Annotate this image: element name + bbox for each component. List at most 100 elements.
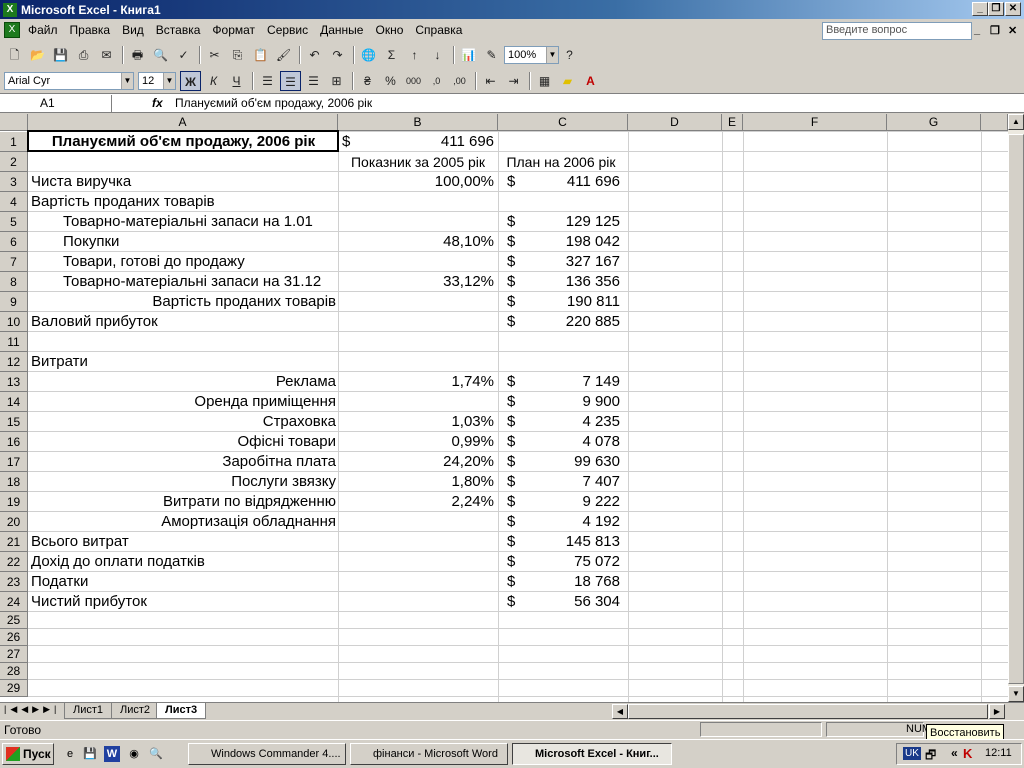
- cell-c10[interactable]: 220 885: [502, 312, 620, 332]
- menu-format[interactable]: Формат: [206, 23, 261, 37]
- row-header-18[interactable]: 18: [0, 472, 28, 492]
- cell-c24[interactable]: 56 304: [502, 592, 620, 612]
- cell-b3[interactable]: 100,00%: [342, 172, 494, 192]
- row-header-7[interactable]: 7: [0, 252, 28, 272]
- column-header-e[interactable]: E: [722, 114, 743, 131]
- paste-icon[interactable]: 📋: [250, 45, 271, 65]
- cell-a6[interactable]: Покупки: [31, 232, 336, 252]
- tray-window-icon[interactable]: 🗗: [925, 746, 936, 767]
- cell-c17[interactable]: 99 630: [502, 452, 620, 472]
- decrease-indent-icon[interactable]: ⇤: [480, 71, 501, 91]
- cut-icon[interactable]: ✂: [204, 45, 225, 65]
- cell-a18[interactable]: Послуги звязку: [31, 472, 336, 492]
- row-header-25[interactable]: 25: [0, 612, 28, 629]
- start-button[interactable]: Пуск: [2, 743, 54, 765]
- row-header-29[interactable]: 29: [0, 680, 28, 697]
- scroll-up-icon[interactable]: ▲: [1008, 114, 1024, 130]
- row-header-22[interactable]: 22: [0, 552, 28, 572]
- cell-c20[interactable]: 4 192: [502, 512, 620, 532]
- task-windows-commander[interactable]: Windows Commander 4....: [188, 743, 346, 765]
- font-color-icon[interactable]: A: [580, 71, 601, 91]
- align-left-icon[interactable]: ☰: [257, 71, 278, 91]
- print-preview-icon[interactable]: 🔍: [150, 45, 171, 65]
- row-header-17[interactable]: 17: [0, 452, 28, 472]
- insert-function-icon[interactable]: fx: [152, 96, 163, 110]
- row-header-8[interactable]: 8: [0, 272, 28, 292]
- comma-style-icon[interactable]: 000: [403, 71, 424, 91]
- print-icon[interactable]: 🖶: [127, 45, 148, 65]
- cell-a3[interactable]: Чиста виручка: [31, 172, 336, 192]
- cell-a14[interactable]: Оренда приміщення: [31, 392, 336, 412]
- menu-window[interactable]: Окно: [369, 23, 409, 37]
- row-header-10[interactable]: 10: [0, 312, 28, 332]
- cell-b19[interactable]: 2,24%: [342, 492, 494, 512]
- cell-c7[interactable]: 327 167: [502, 252, 620, 272]
- save-icon[interactable]: 💾: [50, 45, 71, 65]
- formula-input[interactable]: Плануємий об'єм продажу, 2006 рік: [175, 96, 372, 110]
- cell-c5[interactable]: 129 125: [502, 212, 620, 232]
- menu-file[interactable]: Файл: [22, 23, 64, 37]
- cell-a20[interactable]: Амортизація обладнання: [31, 512, 336, 532]
- borders-icon[interactable]: ▦: [534, 71, 555, 91]
- cell-c6[interactable]: 198 042: [502, 232, 620, 252]
- cell-c23[interactable]: 18 768: [502, 572, 620, 592]
- menu-help[interactable]: Справка: [409, 23, 468, 37]
- cell-c9[interactable]: 190 811: [502, 292, 620, 312]
- column-header-h[interactable]: [981, 114, 1008, 131]
- decrease-decimal-icon[interactable]: ,00: [449, 71, 470, 91]
- cell-b18[interactable]: 1,80%: [342, 472, 494, 492]
- cell-a1[interactable]: Плануємий об'єм продажу, 2006 рік: [31, 132, 336, 152]
- hyperlink-icon[interactable]: 🌐: [358, 45, 379, 65]
- cell-a24[interactable]: Чистий прибуток: [31, 592, 336, 612]
- column-header-d[interactable]: D: [628, 114, 722, 131]
- vertical-scrollbar[interactable]: ▲ ▼: [1008, 114, 1024, 704]
- cell-a15[interactable]: Страховка: [31, 412, 336, 432]
- row-header-12[interactable]: 12: [0, 352, 28, 372]
- column-header-a[interactable]: A: [28, 114, 338, 131]
- workbook-icon[interactable]: X: [4, 22, 20, 38]
- task-word[interactable]: фінанси - Microsoft Word: [350, 743, 508, 765]
- cell-c15[interactable]: 4 235: [502, 412, 620, 432]
- cell-c18[interactable]: 7 407: [502, 472, 620, 492]
- cell-a9[interactable]: Вартість проданих товарів: [31, 292, 336, 312]
- row-header-19[interactable]: 19: [0, 492, 28, 512]
- scroll-right-icon[interactable]: ▶: [989, 704, 1005, 719]
- word-icon[interactable]: W: [104, 746, 120, 762]
- currency-icon[interactable]: ₴: [357, 71, 378, 91]
- zoom-select[interactable]: 100% ▼: [504, 46, 559, 64]
- cell-b13[interactable]: 1,74%: [342, 372, 494, 392]
- menu-data[interactable]: Данные: [314, 23, 369, 37]
- cell-a12[interactable]: Витрати: [31, 352, 336, 372]
- tray-expand-icon[interactable]: «: [951, 746, 958, 760]
- row-header-26[interactable]: 26: [0, 629, 28, 646]
- cell-a5[interactable]: Товарно-матеріальні запаси на 1.01: [31, 212, 336, 232]
- copy-icon[interactable]: ⎘: [227, 45, 248, 65]
- cell-c13[interactable]: 7 149: [502, 372, 620, 392]
- cell-b17[interactable]: 24,20%: [342, 452, 494, 472]
- redo-icon[interactable]: ↷: [327, 45, 348, 65]
- undo-icon[interactable]: ↶: [304, 45, 325, 65]
- row-header-27[interactable]: 27: [0, 646, 28, 663]
- cell-a17[interactable]: Заробітна плата: [31, 452, 336, 472]
- cell-b6[interactable]: 48,10%: [342, 232, 494, 252]
- cell-a22[interactable]: Дохід до оплати податків: [31, 552, 336, 572]
- row-header-13[interactable]: 13: [0, 372, 28, 392]
- percent-icon[interactable]: %: [380, 71, 401, 91]
- bold-button[interactable]: Ж: [180, 71, 201, 91]
- new-icon[interactable]: 🗋: [4, 45, 25, 65]
- cell-a13[interactable]: Реклама: [31, 372, 336, 392]
- spelling-icon[interactable]: ✓: [173, 45, 194, 65]
- underline-button[interactable]: Ч: [226, 71, 247, 91]
- cell-a21[interactable]: Всього витрат: [31, 532, 336, 552]
- row-header-4[interactable]: 4: [0, 192, 28, 212]
- row-header-1[interactable]: 1: [0, 132, 28, 152]
- row-header-11[interactable]: 11: [0, 332, 28, 352]
- row-header-23[interactable]: 23: [0, 572, 28, 592]
- menu-tools[interactable]: Сервис: [261, 23, 314, 37]
- row-header-24[interactable]: 24: [0, 592, 28, 612]
- menu-insert[interactable]: Вставка: [150, 23, 207, 37]
- cell-a8[interactable]: Товарно-матеріальні запаси на 31.12: [31, 272, 336, 292]
- row-header-20[interactable]: 20: [0, 512, 28, 532]
- cell-c3[interactable]: 411 696: [502, 172, 620, 192]
- minimize-button[interactable]: _: [972, 2, 988, 16]
